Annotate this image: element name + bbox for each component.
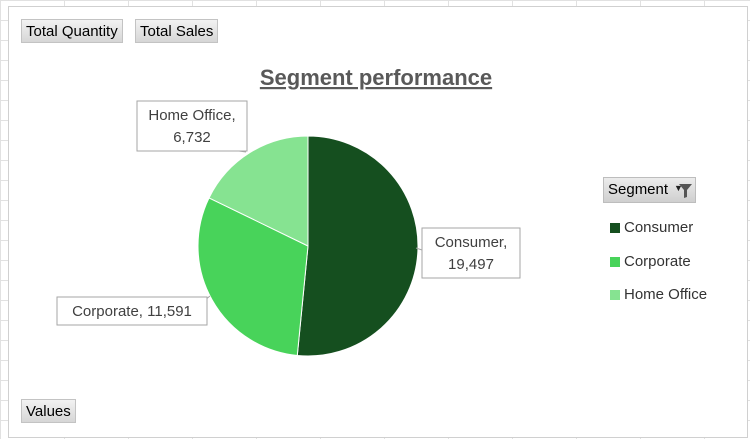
legend-item-corporate[interactable]: Corporate bbox=[610, 252, 691, 272]
chart-title: Segment performance bbox=[260, 65, 492, 90]
legend-swatch bbox=[610, 290, 620, 300]
legend-item-consumer[interactable]: Consumer bbox=[610, 218, 693, 238]
data-label-text: Home Office, bbox=[148, 107, 235, 124]
data-label-home-office[interactable]: Home Office, 6,732 bbox=[136, 100, 248, 153]
legend-swatch bbox=[610, 223, 620, 233]
data-label-text: Corporate, 11,591 bbox=[72, 303, 192, 320]
data-label-text: 6,732 bbox=[173, 129, 211, 146]
legend-label: Consumer bbox=[624, 219, 694, 236]
legend-header-label: Segment bbox=[608, 181, 669, 198]
legend-swatch bbox=[610, 257, 620, 267]
pie-slice-consumer[interactable] bbox=[296, 135, 419, 357]
data-label-corporate[interactable]: Corporate, 11,591 bbox=[56, 295, 211, 326]
data-label-consumer[interactable]: Consumer, 19,497 bbox=[415, 227, 521, 279]
segment-legend-header[interactable]: Segment ▼ bbox=[603, 177, 696, 203]
legend-item-home-office[interactable]: Home Office bbox=[610, 285, 707, 305]
data-label-text: 19,497 bbox=[448, 256, 494, 273]
legend-label: Corporate bbox=[624, 253, 691, 270]
legend-label: Home Office bbox=[624, 286, 708, 303]
filter-icon[interactable] bbox=[679, 184, 692, 198]
data-label-text: Consumer, bbox=[435, 234, 508, 251]
